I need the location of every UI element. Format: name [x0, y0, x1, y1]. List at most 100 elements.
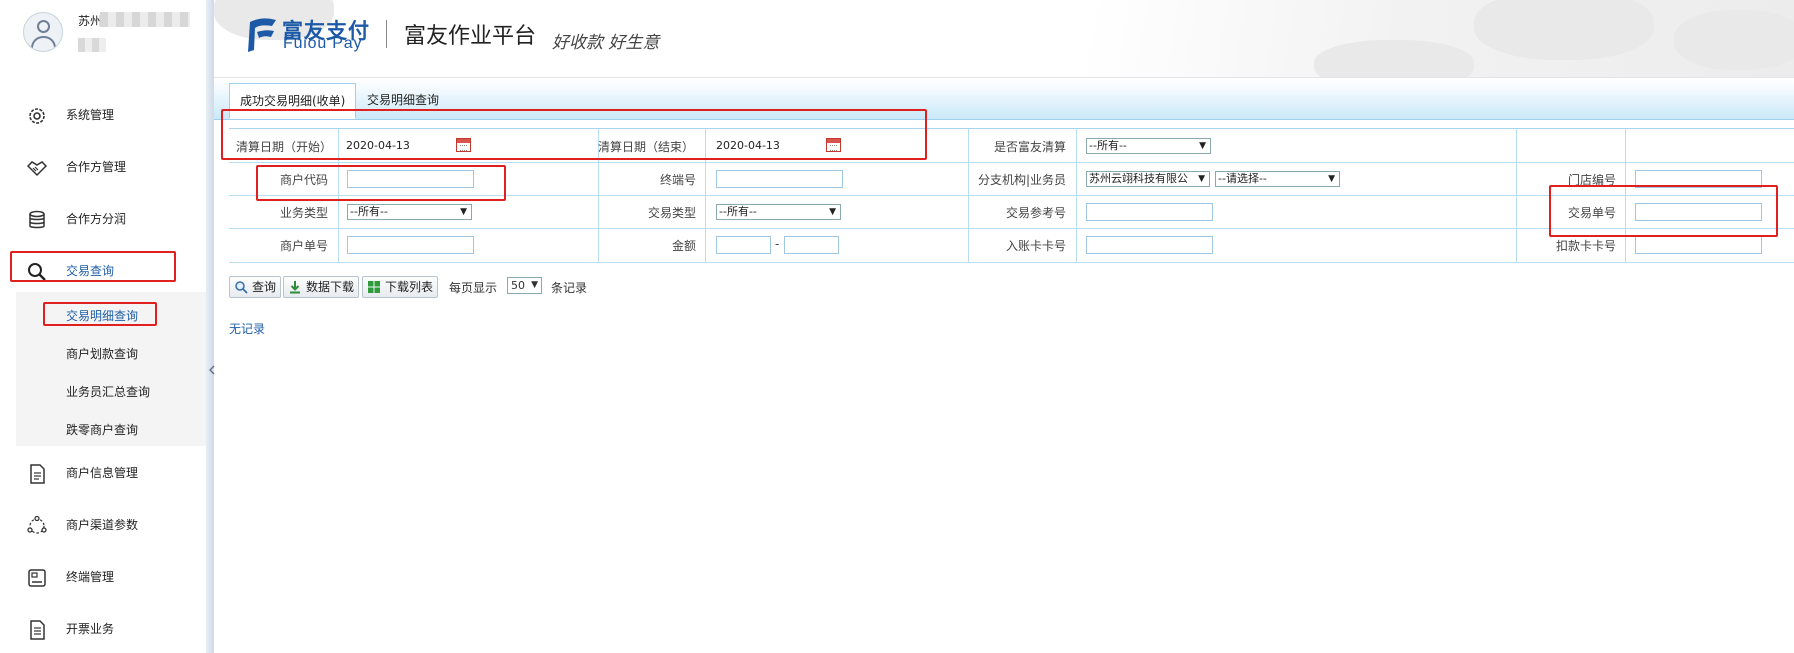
- tab-trade-detail-query[interactable]: 交易明细查询: [357, 83, 449, 119]
- chevron-left-icon: [209, 365, 215, 375]
- dropdown-arrow-icon: ▼: [1199, 141, 1206, 151]
- search-icon: [235, 281, 248, 294]
- amount-to-input[interactable]: [784, 236, 839, 254]
- amount-from-input[interactable]: [716, 236, 771, 254]
- button-label: 查询: [252, 280, 277, 294]
- per-page-select[interactable]: 50 ▼: [507, 277, 542, 294]
- fuiou-settle-select[interactable]: --所有-- ▼: [1086, 138, 1211, 154]
- sidebar-item-label: 开票业务: [66, 622, 115, 636]
- sidebar-subitem-salesman-summary[interactable]: 业务员汇总查询: [66, 383, 150, 400]
- user-profile: 苏州: [0, 0, 206, 70]
- branch-salesman-label: 分支机构|业务员: [977, 173, 1066, 187]
- world-map-decoration: [1474, 0, 1654, 60]
- credit-card-no-label: 入账卡卡号: [1005, 239, 1066, 253]
- settle-date-end-input[interactable]: [712, 136, 822, 154]
- salesman-select[interactable]: --请选择-- ▼: [1215, 171, 1340, 187]
- settle-date-end-label: 清算日期（结束）: [598, 140, 695, 154]
- terminal-no-label: 终端号: [659, 173, 696, 187]
- dropdown-arrow-icon: ▼: [531, 280, 538, 290]
- redacted-user-role: [78, 38, 106, 52]
- sidebar-item-partner-profit[interactable]: 合作方分润: [0, 195, 206, 241]
- sidebar-item-label: 商户信息管理: [66, 466, 139, 480]
- merchant-code-label: 商户代码: [279, 173, 328, 187]
- download-data-button[interactable]: 数据下载: [283, 276, 360, 298]
- calendar-icon[interactable]: [826, 138, 841, 152]
- debit-card-no-label: 扣款卡卡号: [1555, 239, 1616, 253]
- query-button[interactable]: 查询: [229, 276, 282, 298]
- amount-separator: -: [775, 237, 780, 251]
- sidebar-item-partner[interactable]: 合作方管理: [0, 143, 206, 189]
- business-type-label: 业务类型: [279, 206, 328, 220]
- sidebar-item-label: 终端管理: [66, 570, 115, 584]
- download-icon: [290, 281, 300, 294]
- sidebar-divider: [206, 0, 214, 653]
- sidebar-item-merchant-channel[interactable]: 商户渠道参数: [0, 501, 206, 547]
- per-page-prefix: 每页显示: [449, 281, 498, 295]
- trade-ref-no-input[interactable]: [1086, 203, 1213, 221]
- calendar-icon[interactable]: [456, 138, 471, 152]
- sidebar-item-terminal[interactable]: 终端管理: [0, 553, 206, 599]
- branch-select[interactable]: 苏州云翊科技有限公 ▼: [1086, 171, 1210, 187]
- sidebar-item-invoice[interactable]: 开票业务: [0, 605, 206, 651]
- button-label: 数据下载: [306, 280, 355, 294]
- settle-date-start-input[interactable]: [342, 136, 452, 154]
- trade-order-no-input[interactable]: [1635, 203, 1762, 221]
- avatar[interactable]: [23, 12, 63, 52]
- sidebar-subitem-dropped-merchant[interactable]: 跌零商户查询: [66, 421, 138, 438]
- sidebar-subitem-trade-detail[interactable]: 交易明细查询: [66, 307, 138, 324]
- trade-ref-no-label: 交易参考号: [1005, 206, 1066, 220]
- tab-bar: 成功交易明细(收单) 交易明细查询: [214, 80, 1794, 120]
- sidebar-item-trade-query[interactable]: 交易查询: [0, 247, 206, 293]
- network-icon: [27, 515, 47, 534]
- platform-title: 富友作业平台: [404, 24, 537, 49]
- dropdown-arrow-icon: ▼: [1196, 172, 1205, 186]
- database-icon: [29, 210, 45, 229]
- grid-icon: [368, 281, 380, 293]
- per-page-suffix: 条记录: [551, 281, 588, 295]
- sidebar: 苏州 系统管理 合作方管理 合作方分润 交易查询 交易明细查询 商户划款查询 业…: [0, 0, 212, 653]
- sidebar-item-label: 交易查询: [66, 264, 115, 278]
- merchant-order-no-label: 商户单号: [279, 239, 328, 253]
- merchant-code-input[interactable]: [347, 170, 474, 188]
- amount-label: 金额: [671, 239, 696, 253]
- select-value: --所有--: [1089, 139, 1127, 152]
- sidebar-item-label: 合作方管理: [66, 160, 127, 174]
- select-value: 苏州云翊科技有限公: [1089, 172, 1188, 185]
- page-header: 富友支付 Fuiou Pay 富友作业平台 好收款 好生意: [214, 0, 1794, 78]
- sidebar-subitem-merchant-transfer[interactable]: 商户划款查询: [66, 345, 138, 362]
- user-name: 苏州: [78, 14, 103, 28]
- terminal-icon: [28, 569, 46, 587]
- tab-success-trade-detail[interactable]: 成功交易明细(收单): [229, 83, 357, 119]
- select-value: 50: [511, 279, 525, 292]
- sidebar-item-label: 商户渠道参数: [66, 518, 139, 532]
- terminal-no-input[interactable]: [716, 170, 843, 188]
- business-type-select[interactable]: --所有-- ▼: [347, 204, 472, 220]
- sidebar-collapse-handle[interactable]: [209, 360, 215, 404]
- handshake-icon: [26, 161, 48, 177]
- trade-type-label: 交易类型: [647, 206, 696, 220]
- debit-card-no-input[interactable]: [1635, 236, 1762, 254]
- sidebar-item-merchant-info[interactable]: 商户信息管理: [0, 449, 206, 495]
- store-no-input[interactable]: [1635, 170, 1762, 188]
- merchant-order-no-input[interactable]: [347, 236, 474, 254]
- fuiou-settle-label: 是否富友清算: [993, 140, 1066, 154]
- trade-type-select[interactable]: --所有-- ▼: [716, 204, 841, 220]
- dropdown-arrow-icon: ▼: [460, 207, 467, 217]
- credit-card-no-input[interactable]: [1086, 236, 1213, 254]
- world-map-decoration: [1314, 40, 1474, 77]
- button-label: 下载列表: [385, 280, 434, 294]
- settle-date-start-label: 清算日期（开始）: [235, 140, 332, 154]
- download-list-button[interactable]: 下载列表: [362, 276, 439, 298]
- logo-en-text: Fuiou Pay: [283, 35, 363, 52]
- slogan: 好收款 好生意: [552, 33, 660, 53]
- world-map-decoration: [1674, 10, 1794, 70]
- gear-icon: [29, 108, 45, 124]
- header-divider: [386, 20, 387, 48]
- sidebar-item-system[interactable]: 系统管理: [0, 91, 206, 137]
- select-value: --所有--: [719, 205, 757, 218]
- sidebar-item-label: 合作方分润: [66, 212, 127, 226]
- search-icon: [28, 263, 46, 281]
- select-value: --所有--: [350, 205, 388, 218]
- document-icon: [30, 464, 45, 484]
- redacted-user-name: [100, 12, 190, 27]
